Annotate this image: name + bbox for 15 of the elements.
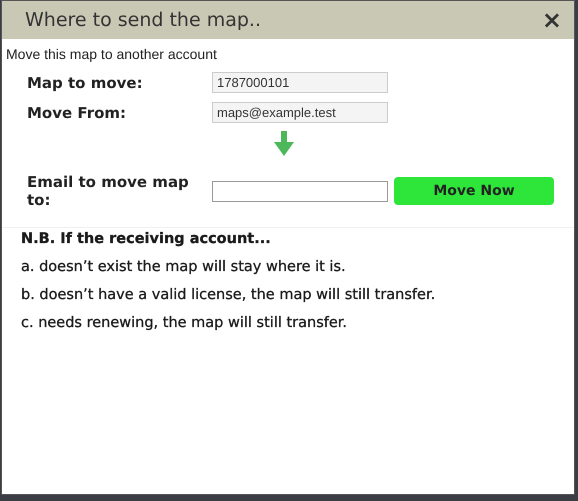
field-label: Move From:	[27, 104, 128, 122]
input-field[interactable]: maps@example.test	[212, 102, 388, 123]
field-label: Email to move map to:	[27, 173, 190, 209]
input-field[interactable]: 1787000101	[212, 72, 388, 93]
down-arrow-icon	[274, 131, 294, 156]
dialog-title: Where to send the map..	[25, 9, 261, 31]
note-item: b. doesn’t have a valid license, the map will still transfer.	[21, 287, 436, 305]
move-now-button[interactable]: Move Now	[394, 177, 554, 205]
dialog-subtitle: Move this map to another account	[5, 46, 218, 62]
note-item: a. doesn’t exist the map will stay where it is.	[21, 259, 347, 277]
note-item: c. needs renewing, the map will still transfer.	[21, 315, 348, 333]
close-button[interactable]: ×	[538, 8, 566, 32]
note-heading: N.B. If the receiving account...	[21, 231, 272, 249]
email-input-field[interactable]	[212, 180, 388, 202]
field-label: Map to move:	[27, 74, 144, 92]
